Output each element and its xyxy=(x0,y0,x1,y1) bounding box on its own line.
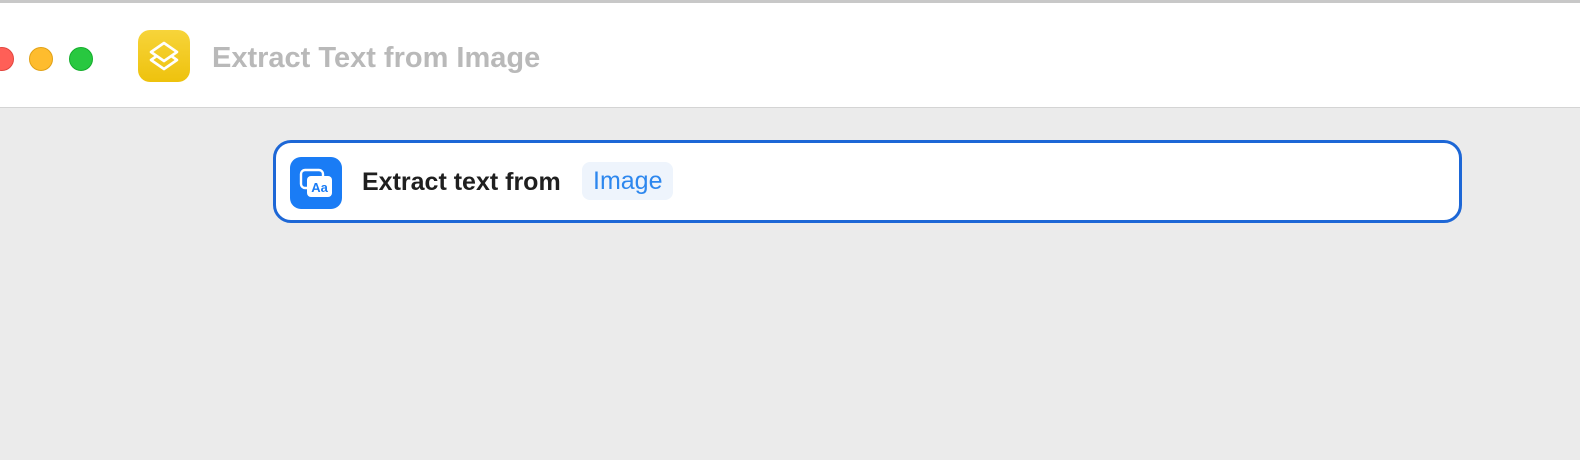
extract-text-icon-glyph: Aa xyxy=(311,180,328,195)
shortcut-editor-window: Extract Text from Image Aa Extract text … xyxy=(0,0,1580,460)
close-window-button[interactable] xyxy=(0,47,14,71)
action-label: Extract text from xyxy=(362,168,561,196)
extract-text-icon: Aa xyxy=(290,157,342,209)
window-title: Extract Text from Image xyxy=(212,42,541,74)
minimize-window-button[interactable] xyxy=(29,47,53,71)
extract-text-action[interactable]: Aa Extract text from Image xyxy=(273,140,1462,223)
shortcuts-icon xyxy=(138,30,190,82)
zoom-window-button[interactable] xyxy=(69,47,93,71)
image-parameter-token[interactable]: Image xyxy=(582,162,674,200)
title-bar: Extract Text from Image xyxy=(0,3,1580,108)
